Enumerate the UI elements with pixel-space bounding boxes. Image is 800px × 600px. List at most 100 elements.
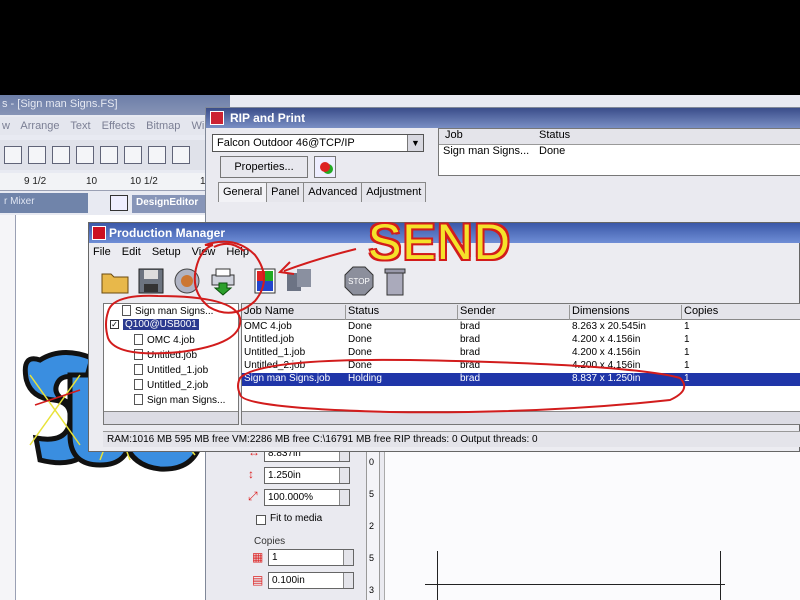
properties-button[interactable]: Properties... [220, 156, 308, 178]
menu-setup[interactable]: Setup [152, 246, 181, 258]
copies-field[interactable]: 1 [268, 549, 354, 566]
pm-menu-bar: File Edit Setup View Help [93, 246, 257, 262]
cut-icon[interactable] [148, 146, 166, 164]
tab-advanced[interactable]: Advanced [303, 182, 363, 202]
device-tree[interactable]: Sign man Signs... ✓ Q100@USB001 OMC 4.job… [103, 303, 239, 425]
copy-icon[interactable] [172, 146, 190, 164]
menu-help[interactable]: Help [226, 246, 249, 258]
editor-menu-bitmap[interactable]: Bitmap [146, 120, 180, 132]
tree-job-label: Untitled_2.job [147, 380, 209, 391]
row-status: Done [348, 360, 372, 371]
editor-menu-text[interactable]: Text [70, 120, 90, 132]
tree-job-item[interactable]: Untitled.job [134, 349, 197, 361]
tree-job-item[interactable]: OMC 4.job [134, 334, 195, 346]
editor-menu-effects[interactable]: Effects [102, 120, 135, 132]
table-row[interactable]: Untitled.job Done brad 4.200 x 4.156in 1 [242, 334, 800, 347]
color-settings-icon[interactable] [314, 156, 336, 178]
height-field-value: 1.250in [268, 470, 301, 481]
color-layout-icon[interactable] [249, 265, 281, 297]
tree-job-item[interactable]: Sign man Signs... [134, 394, 225, 406]
toolbar-icon[interactable] [100, 146, 118, 164]
tree-job-item[interactable]: Untitled_1.job [134, 364, 208, 376]
pm-toolbar: STOP [95, 263, 415, 301]
spacing-field-value: 0.100in [272, 575, 305, 586]
rip-icon[interactable] [171, 265, 203, 297]
ruler-tick: 10 1/2 [130, 176, 158, 187]
row-job-name: Untitled_2.job [244, 360, 306, 371]
table-row[interactable]: OMC 4.job Done brad 8.263 x 20.545in 1 [242, 321, 800, 334]
row-job-name: OMC 4.job [244, 321, 292, 332]
checkbox-checked[interactable]: ✓ [110, 320, 119, 329]
print-preview-area[interactable] [384, 438, 800, 600]
column-sender[interactable]: Sender [458, 305, 570, 320]
table-row[interactable]: Untitled_1.job Done brad 4.200 x 4.156in… [242, 347, 800, 360]
column-job-name[interactable]: Job Name [242, 305, 346, 320]
editor-menu-item[interactable]: w [2, 120, 10, 132]
send-to-printer-icon[interactable] [207, 265, 239, 297]
scale-field[interactable]: 100.000% [264, 489, 350, 506]
tree-job-item[interactable]: Untitled_2.job [134, 379, 208, 391]
printer-select[interactable]: Falcon Outdoor 46@TCP/IP ▼ [212, 134, 424, 152]
panel-control-button[interactable] [110, 195, 128, 211]
editor-toolbar [0, 140, 230, 170]
fit-to-media-checkbox[interactable] [256, 515, 266, 525]
row-sender: brad [460, 347, 481, 358]
table-row[interactable]: Untitled_2.job Done brad 4.200 x 4.156in… [242, 360, 800, 373]
send-annotation: SEND [368, 214, 511, 270]
ruler-mark: 0 [369, 457, 375, 467]
column-copies[interactable]: Copies [682, 305, 800, 320]
tree-device-item[interactable]: ✓ Q100@USB001 [110, 319, 199, 330]
height-icon: ↕ [248, 467, 254, 481]
queue-row[interactable]: Sign man Signs... Done [439, 145, 800, 161]
column-dimensions[interactable]: Dimensions [570, 305, 682, 320]
document-icon [134, 334, 143, 345]
print-icon[interactable] [76, 146, 94, 164]
spacing-field[interactable]: 0.100in [268, 572, 354, 589]
queue-header-job[interactable]: Job [445, 129, 463, 141]
scale-stepper[interactable] [339, 490, 349, 505]
table-horizontal-scrollbar[interactable] [242, 411, 800, 424]
height-field[interactable]: 1.250in [264, 467, 350, 484]
editor-title-bar: s - [Sign man Signs.FS] [0, 95, 230, 115]
fit-to-media-label: Fit to media [270, 513, 323, 524]
design-editor-tab[interactable]: DesignEditor [132, 195, 208, 213]
preview-vertical-ruler: 0 5 2 5 3 [366, 438, 380, 600]
table-row-selected[interactable]: Sign man Signs.job Holding brad 8.837 x … [242, 373, 800, 386]
row-dimensions: 8.837 x 1.250in [572, 373, 641, 384]
height-stepper[interactable] [339, 468, 349, 483]
horizontal-ruler: 9 1/2 10 10 1/2 1 [0, 173, 230, 191]
toolbar-icon[interactable] [28, 146, 46, 164]
media-edge-line [437, 551, 438, 600]
save-icon[interactable] [135, 265, 167, 297]
tree-root-item[interactable]: Sign man Signs... [122, 305, 213, 317]
row-status: Done [348, 334, 372, 345]
row-copies: 1 [684, 360, 690, 371]
rip-queue-list[interactable]: Job Status Sign man Signs... Done [438, 128, 800, 176]
row-dimensions: 8.263 x 20.545in [572, 321, 646, 332]
spacing-stepper[interactable] [343, 573, 353, 588]
column-status[interactable]: Status [346, 305, 458, 320]
tab-adjustment[interactable]: Adjustment [361, 182, 427, 202]
tab-panel[interactable]: Panel [266, 182, 305, 202]
toolbar-icon[interactable] [4, 146, 22, 164]
menu-file[interactable]: File [93, 246, 111, 258]
open-folder-icon[interactable] [99, 265, 131, 297]
row-dimensions: 4.200 x 4.156in [572, 347, 641, 358]
copies-stepper[interactable] [343, 550, 353, 565]
job-table[interactable]: Job Name Status Sender Dimensions Copies… [241, 303, 800, 425]
document-icon [134, 349, 143, 360]
queue-header-status[interactable]: Status [539, 129, 570, 141]
editor-menu-bar: w Arrange Text Effects Bitmap Windo [0, 117, 230, 135]
menu-view[interactable]: View [192, 246, 216, 258]
tree-horizontal-scrollbar[interactable] [104, 411, 238, 424]
ruler-mark: 5 [369, 489, 375, 499]
chevron-down-icon[interactable]: ▼ [407, 135, 423, 151]
toolbar-icon[interactable] [52, 146, 70, 164]
tab-general[interactable]: General [218, 182, 268, 202]
toolbar-icon[interactable] [124, 146, 142, 164]
tile-icon[interactable] [283, 265, 315, 297]
editor-menu-arrange[interactable]: Arrange [20, 120, 59, 132]
menu-edit[interactable]: Edit [122, 246, 141, 258]
document-icon [134, 379, 143, 390]
ruler-mark: 2 [369, 521, 375, 531]
